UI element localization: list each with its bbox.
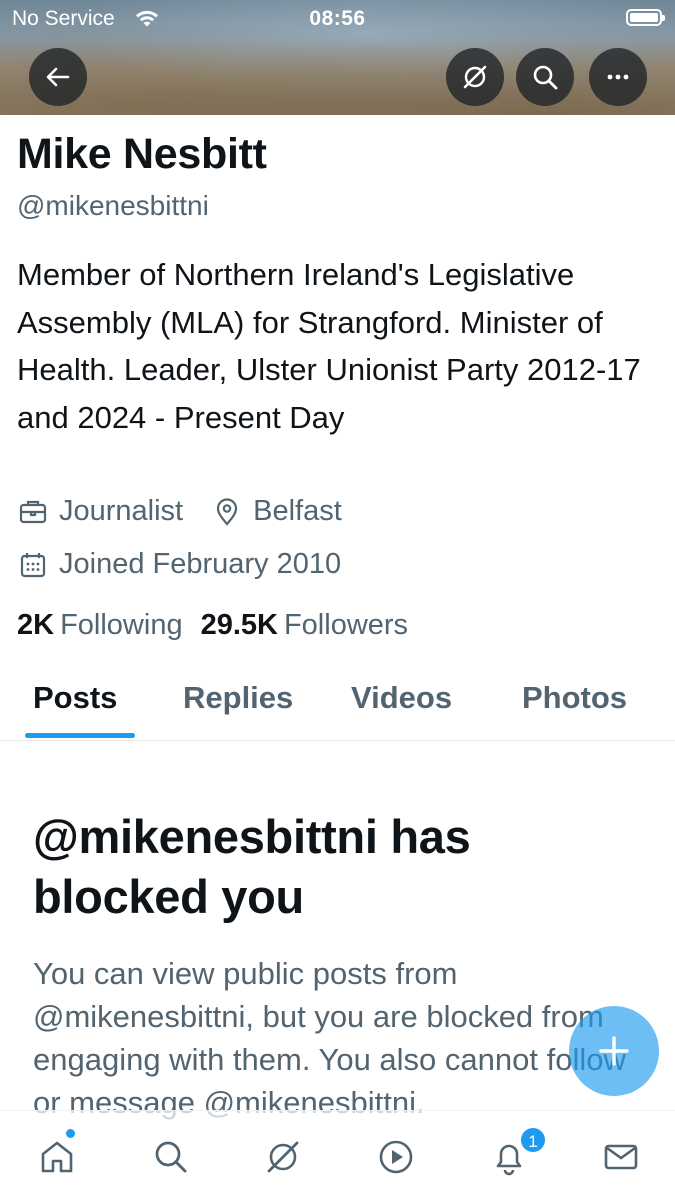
messages-icon	[604, 1144, 638, 1170]
calendar-icon	[20, 552, 46, 577]
profile-handle: @mikenesbittni	[17, 190, 209, 221]
followers-link[interactable]: 29.5K Followers	[201, 609, 408, 642]
profile-bio: Member of Northern Ireland's Legislative…	[17, 257, 641, 435]
compose-post-button[interactable]	[569, 1006, 659, 1096]
search-icon	[533, 65, 558, 90]
search-button[interactable]	[516, 48, 574, 106]
back-button[interactable]	[29, 48, 87, 106]
status-bar: No Service 08:56	[0, 0, 675, 38]
plus-icon	[599, 1036, 629, 1066]
tab-videos[interactable]: Videos	[351, 680, 452, 716]
following-label: Following	[60, 609, 183, 641]
nav-video[interactable]	[376, 1137, 416, 1177]
tab-photos[interactable]: Photos	[522, 680, 627, 716]
search-icon	[155, 1141, 187, 1173]
location-pin-icon	[217, 497, 238, 526]
followers-count: 29.5K	[200, 609, 278, 641]
notification-badge: 1	[519, 1126, 547, 1154]
home-unread-dot	[66, 1129, 75, 1138]
nav-messages[interactable]	[601, 1137, 641, 1177]
following-link[interactable]: 2K Following	[17, 609, 183, 642]
tab-replies[interactable]: Replies	[183, 680, 293, 716]
clock: 08:56	[309, 7, 366, 30]
nav-grok[interactable]	[263, 1137, 303, 1177]
more-icon	[607, 74, 629, 80]
follow-counts: 2K Following 29.5K Followers	[17, 609, 426, 642]
profile-joined-date: Joined February 2010	[59, 548, 342, 580]
profile-profession: Journalist	[59, 495, 184, 527]
tab-posts[interactable]: Posts	[33, 680, 117, 716]
profile-tabs: Posts Replies Videos Photos	[0, 668, 675, 741]
profile-name: Mike Nesbitt	[17, 130, 267, 178]
profile-meta: Journalist Belfast	[17, 495, 342, 528]
arrow-left-icon	[46, 67, 70, 87]
nav-search[interactable]	[151, 1137, 191, 1177]
briefcase-icon	[19, 500, 47, 523]
profile-joined-row: Joined February 2010	[17, 548, 341, 581]
active-tab-indicator	[25, 733, 135, 738]
followers-label: Followers	[283, 609, 409, 641]
bottom-nav	[0, 1110, 675, 1201]
more-button[interactable]	[589, 48, 647, 106]
video-icon	[379, 1140, 413, 1174]
profile-location: Belfast	[253, 495, 342, 527]
following-count: 2K	[17, 609, 55, 641]
nav-home[interactable]	[37, 1137, 77, 1177]
blocked-title: @mikenesbittni has blocked you	[33, 810, 471, 923]
grok-icon	[267, 1141, 299, 1173]
battery-icon	[626, 9, 665, 26]
grok-button[interactable]	[446, 48, 504, 106]
home-icon	[41, 1141, 73, 1173]
blocked-message: You can view public posts from @mikenesb…	[33, 956, 626, 1120]
grok-icon	[463, 65, 487, 89]
